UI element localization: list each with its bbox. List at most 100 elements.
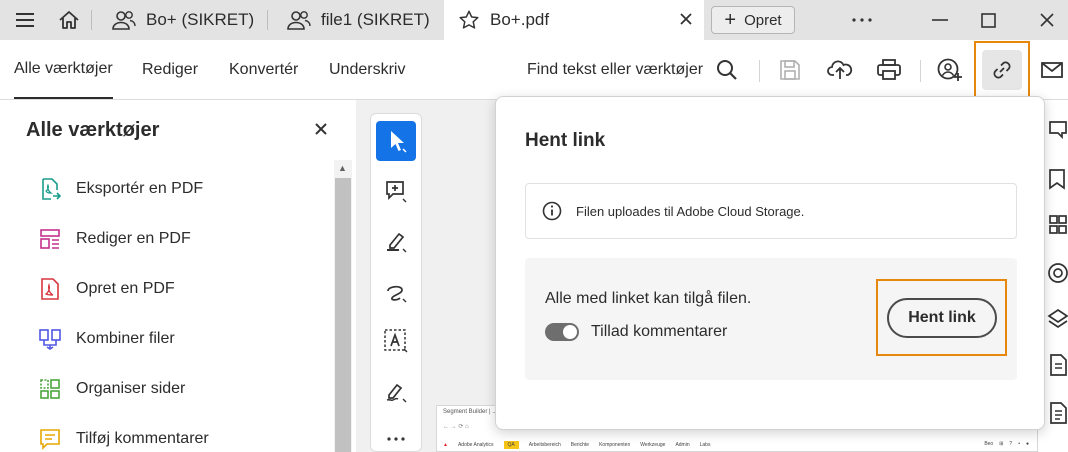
bookmark-icon[interactable] xyxy=(1042,166,1068,192)
print-icon[interactable] xyxy=(869,50,909,90)
tab-all-tools[interactable]: Alle værktøjer xyxy=(14,40,113,99)
tab-sign[interactable]: Underskriv xyxy=(329,40,405,99)
toggle-label: Tillad kommentarer xyxy=(591,323,728,340)
tool-label: Tilføj kommentarer xyxy=(76,430,209,447)
tab-separator xyxy=(267,10,268,30)
tab-separator xyxy=(91,10,92,30)
tab-shared-2[interactable]: file1 (SIKRET) xyxy=(287,0,430,40)
export-pdf-icon xyxy=(38,177,62,201)
tool-label: Kombiner filer xyxy=(76,330,175,347)
toolbar-divider xyxy=(920,60,921,82)
star-icon[interactable] xyxy=(458,9,480,31)
more-options-icon[interactable] xyxy=(840,0,884,40)
doc-user-name: Beo xyxy=(984,441,994,447)
shared-users-icon xyxy=(287,10,311,30)
email-icon[interactable] xyxy=(1032,50,1068,90)
combine-files-icon xyxy=(38,327,62,351)
doc-nav-item: Berichte xyxy=(570,442,590,448)
doc-browser-nav-icon: ← → ⟳ ⌂ xyxy=(443,424,469,430)
tab-edit[interactable]: Rediger xyxy=(142,40,198,99)
doc-nav-item: Komponenten xyxy=(599,442,631,448)
tool-label: Eksportér en PDF xyxy=(76,180,204,197)
allow-comments-row: Tillad kommentarer xyxy=(545,320,727,344)
tab-bar: Bo+ (SIKRET) file1 (SIKRET) Bo+.pdf + Op… xyxy=(0,0,1068,40)
tool-combine-files[interactable]: Kombiner filer xyxy=(38,324,175,354)
doc-nav-item: Admin xyxy=(675,442,690,448)
tool-create-pdf[interactable]: Opret en PDF xyxy=(38,274,175,304)
comment-add-icon xyxy=(386,181,407,203)
tab-active-document[interactable]: Bo+.pdf xyxy=(444,0,704,40)
file-info-icon[interactable] xyxy=(1042,400,1068,426)
document-icon[interactable] xyxy=(1042,352,1068,378)
doc-nav-item: Arbeitsbereich xyxy=(528,442,561,448)
new-tab-label: Opret xyxy=(744,11,782,29)
doc-app-nav: ▲ Adobe Analytics QA Arbeitsbereich Beri… xyxy=(443,440,720,450)
minimize-icon[interactable] xyxy=(918,0,962,40)
doc-user-area: Beo ⊞ ? • ● xyxy=(984,441,1029,447)
highlight-tool-button[interactable] xyxy=(376,221,416,261)
layers-icon[interactable] xyxy=(1042,306,1068,332)
highlight-box xyxy=(974,41,1030,101)
more-tools-icon[interactable] xyxy=(376,419,416,452)
comments-icon[interactable] xyxy=(1042,118,1068,144)
doc-nav-item: Werkzeuge xyxy=(640,442,666,448)
doc-nav-item: Adobe Analytics xyxy=(457,442,494,448)
tab-shared-1[interactable]: Bo+ (SIKRET) xyxy=(112,0,254,40)
thumbnails-icon[interactable] xyxy=(1042,212,1068,238)
home-icon[interactable] xyxy=(50,0,88,40)
edit-pdf-icon xyxy=(38,227,62,251)
main-toolbar: Alle værktøjer Rediger Konvertér Undersk… xyxy=(0,40,1068,100)
quick-tools-strip xyxy=(370,113,422,452)
tool-label: Rediger en PDF xyxy=(76,230,191,247)
text-tool-button[interactable] xyxy=(376,321,416,361)
menu-icon[interactable] xyxy=(6,0,44,40)
tool-organize-pages[interactable]: Organiser sider xyxy=(38,374,185,404)
toggle-knob xyxy=(563,325,577,339)
doc-help-icon: ? xyxy=(1009,441,1013,447)
doc-browser-tab-text: Segment Builder | ... xyxy=(443,409,498,415)
plus-icon: + xyxy=(724,9,737,31)
doc-grid-icon: ⊞ xyxy=(999,441,1004,447)
tool-label: Opret en PDF xyxy=(76,280,175,297)
accessibility-icon[interactable] xyxy=(1042,260,1068,286)
scroll-up-arrow-icon[interactable]: ▲ xyxy=(338,163,347,173)
doc-nav-badge: QA xyxy=(503,441,519,449)
share-user-icon[interactable] xyxy=(930,50,970,90)
maximize-icon[interactable] xyxy=(966,0,1010,40)
info-text: Filen uploades til Adobe Cloud Storage. xyxy=(576,203,805,219)
get-link-popover: Hent link Filen uploades til Adobe Cloud… xyxy=(495,96,1045,430)
allow-comments-toggle[interactable] xyxy=(545,323,579,341)
info-message: Filen uploades til Adobe Cloud Storage. xyxy=(525,183,1017,239)
popover-title: Hent link xyxy=(525,130,606,151)
sign-tool-button[interactable] xyxy=(376,371,416,411)
shared-users-icon xyxy=(112,10,136,30)
add-comment-tool-button[interactable] xyxy=(376,171,416,211)
select-tool-button[interactable] xyxy=(376,121,416,161)
new-tab-button[interactable]: + Opret xyxy=(711,6,795,34)
tool-add-comments[interactable]: Tilføj kommentarer xyxy=(38,424,209,452)
create-pdf-icon xyxy=(38,277,62,301)
share-access-text: Alle med linket kan tilgå filen. xyxy=(545,290,752,307)
tab-label: Bo+ (SIKRET) xyxy=(146,10,255,29)
tool-label: Organiser sider xyxy=(76,380,186,397)
tool-export-pdf[interactable]: Eksportér en PDF xyxy=(38,174,203,204)
close-panel-icon[interactable] xyxy=(314,116,328,142)
doc-nav-item: Labs xyxy=(699,442,711,448)
cursor-icon xyxy=(391,131,407,153)
tool-edit-pdf[interactable]: Rediger en PDF xyxy=(38,224,191,254)
doc-avatar-icon: ● xyxy=(1025,441,1029,447)
cloud-upload-icon[interactable] xyxy=(820,50,860,90)
tab-convert[interactable]: Konvertér xyxy=(229,40,298,99)
draw-tool-button[interactable] xyxy=(376,271,416,311)
toolbar-divider xyxy=(759,60,760,82)
tab-label: file1 (SIKRET) xyxy=(321,10,430,29)
search-icon[interactable] xyxy=(707,50,747,90)
close-window-icon[interactable] xyxy=(1026,0,1068,40)
panel-scrollbar-thumb[interactable] xyxy=(335,178,351,452)
close-tab-icon[interactable] xyxy=(678,11,694,32)
tab-label: Bo+.pdf xyxy=(490,10,550,29)
save-icon[interactable] xyxy=(770,50,810,90)
panel-title: Alle værktøjer xyxy=(26,119,160,141)
find-tools-label[interactable]: Find tekst eller værktøjer xyxy=(527,40,703,100)
highlighter-icon xyxy=(387,232,407,253)
